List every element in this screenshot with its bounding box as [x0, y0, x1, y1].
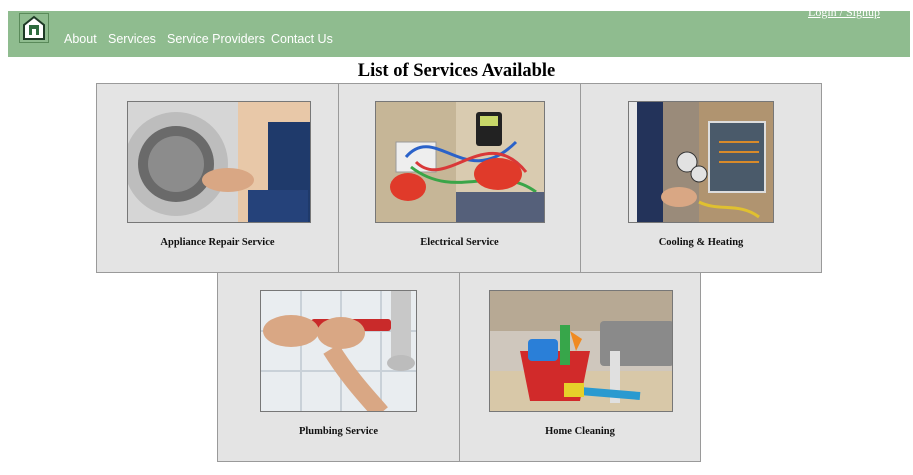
cleaning-supplies-bucket-image	[489, 290, 673, 412]
service-card-cooling-heating[interactable]: Cooling & Heating	[580, 83, 822, 273]
service-card-home-cleaning[interactable]: Home Cleaning	[459, 272, 701, 462]
service-label: Cooling & Heating	[658, 237, 744, 248]
service-card-electrical[interactable]: Electrical Service	[338, 83, 581, 273]
nav-link-service-providers[interactable]: Service Providers	[167, 32, 265, 46]
washing-machine-repair-image	[127, 101, 311, 223]
plumber-wrench-pipe-image	[260, 290, 417, 412]
house-logo-icon	[23, 15, 45, 40]
service-card-plumbing[interactable]: Plumbing Service	[217, 272, 460, 462]
nav-link-contact-us[interactable]: Contact Us	[271, 32, 333, 46]
login-signup-link[interactable]: Login / Signup	[808, 5, 880, 20]
site-logo[interactable]	[19, 13, 49, 43]
service-label: Electrical Service	[420, 237, 499, 248]
service-label: Appliance Repair Service	[160, 237, 275, 248]
nav-link-about[interactable]: About	[64, 32, 97, 46]
service-label: Plumbing Service	[298, 426, 379, 437]
electrician-wiring-image	[375, 101, 545, 223]
page-title: List of Services Available	[357, 61, 556, 81]
top-navbar: About Services Service Providers Contact…	[8, 5, 910, 57]
nav-link-services[interactable]: Services	[108, 32, 156, 46]
service-card-appliance-repair[interactable]: Appliance Repair Service	[96, 83, 339, 273]
hvac-technician-image	[628, 101, 774, 223]
service-label: Home Cleaning	[545, 426, 615, 437]
